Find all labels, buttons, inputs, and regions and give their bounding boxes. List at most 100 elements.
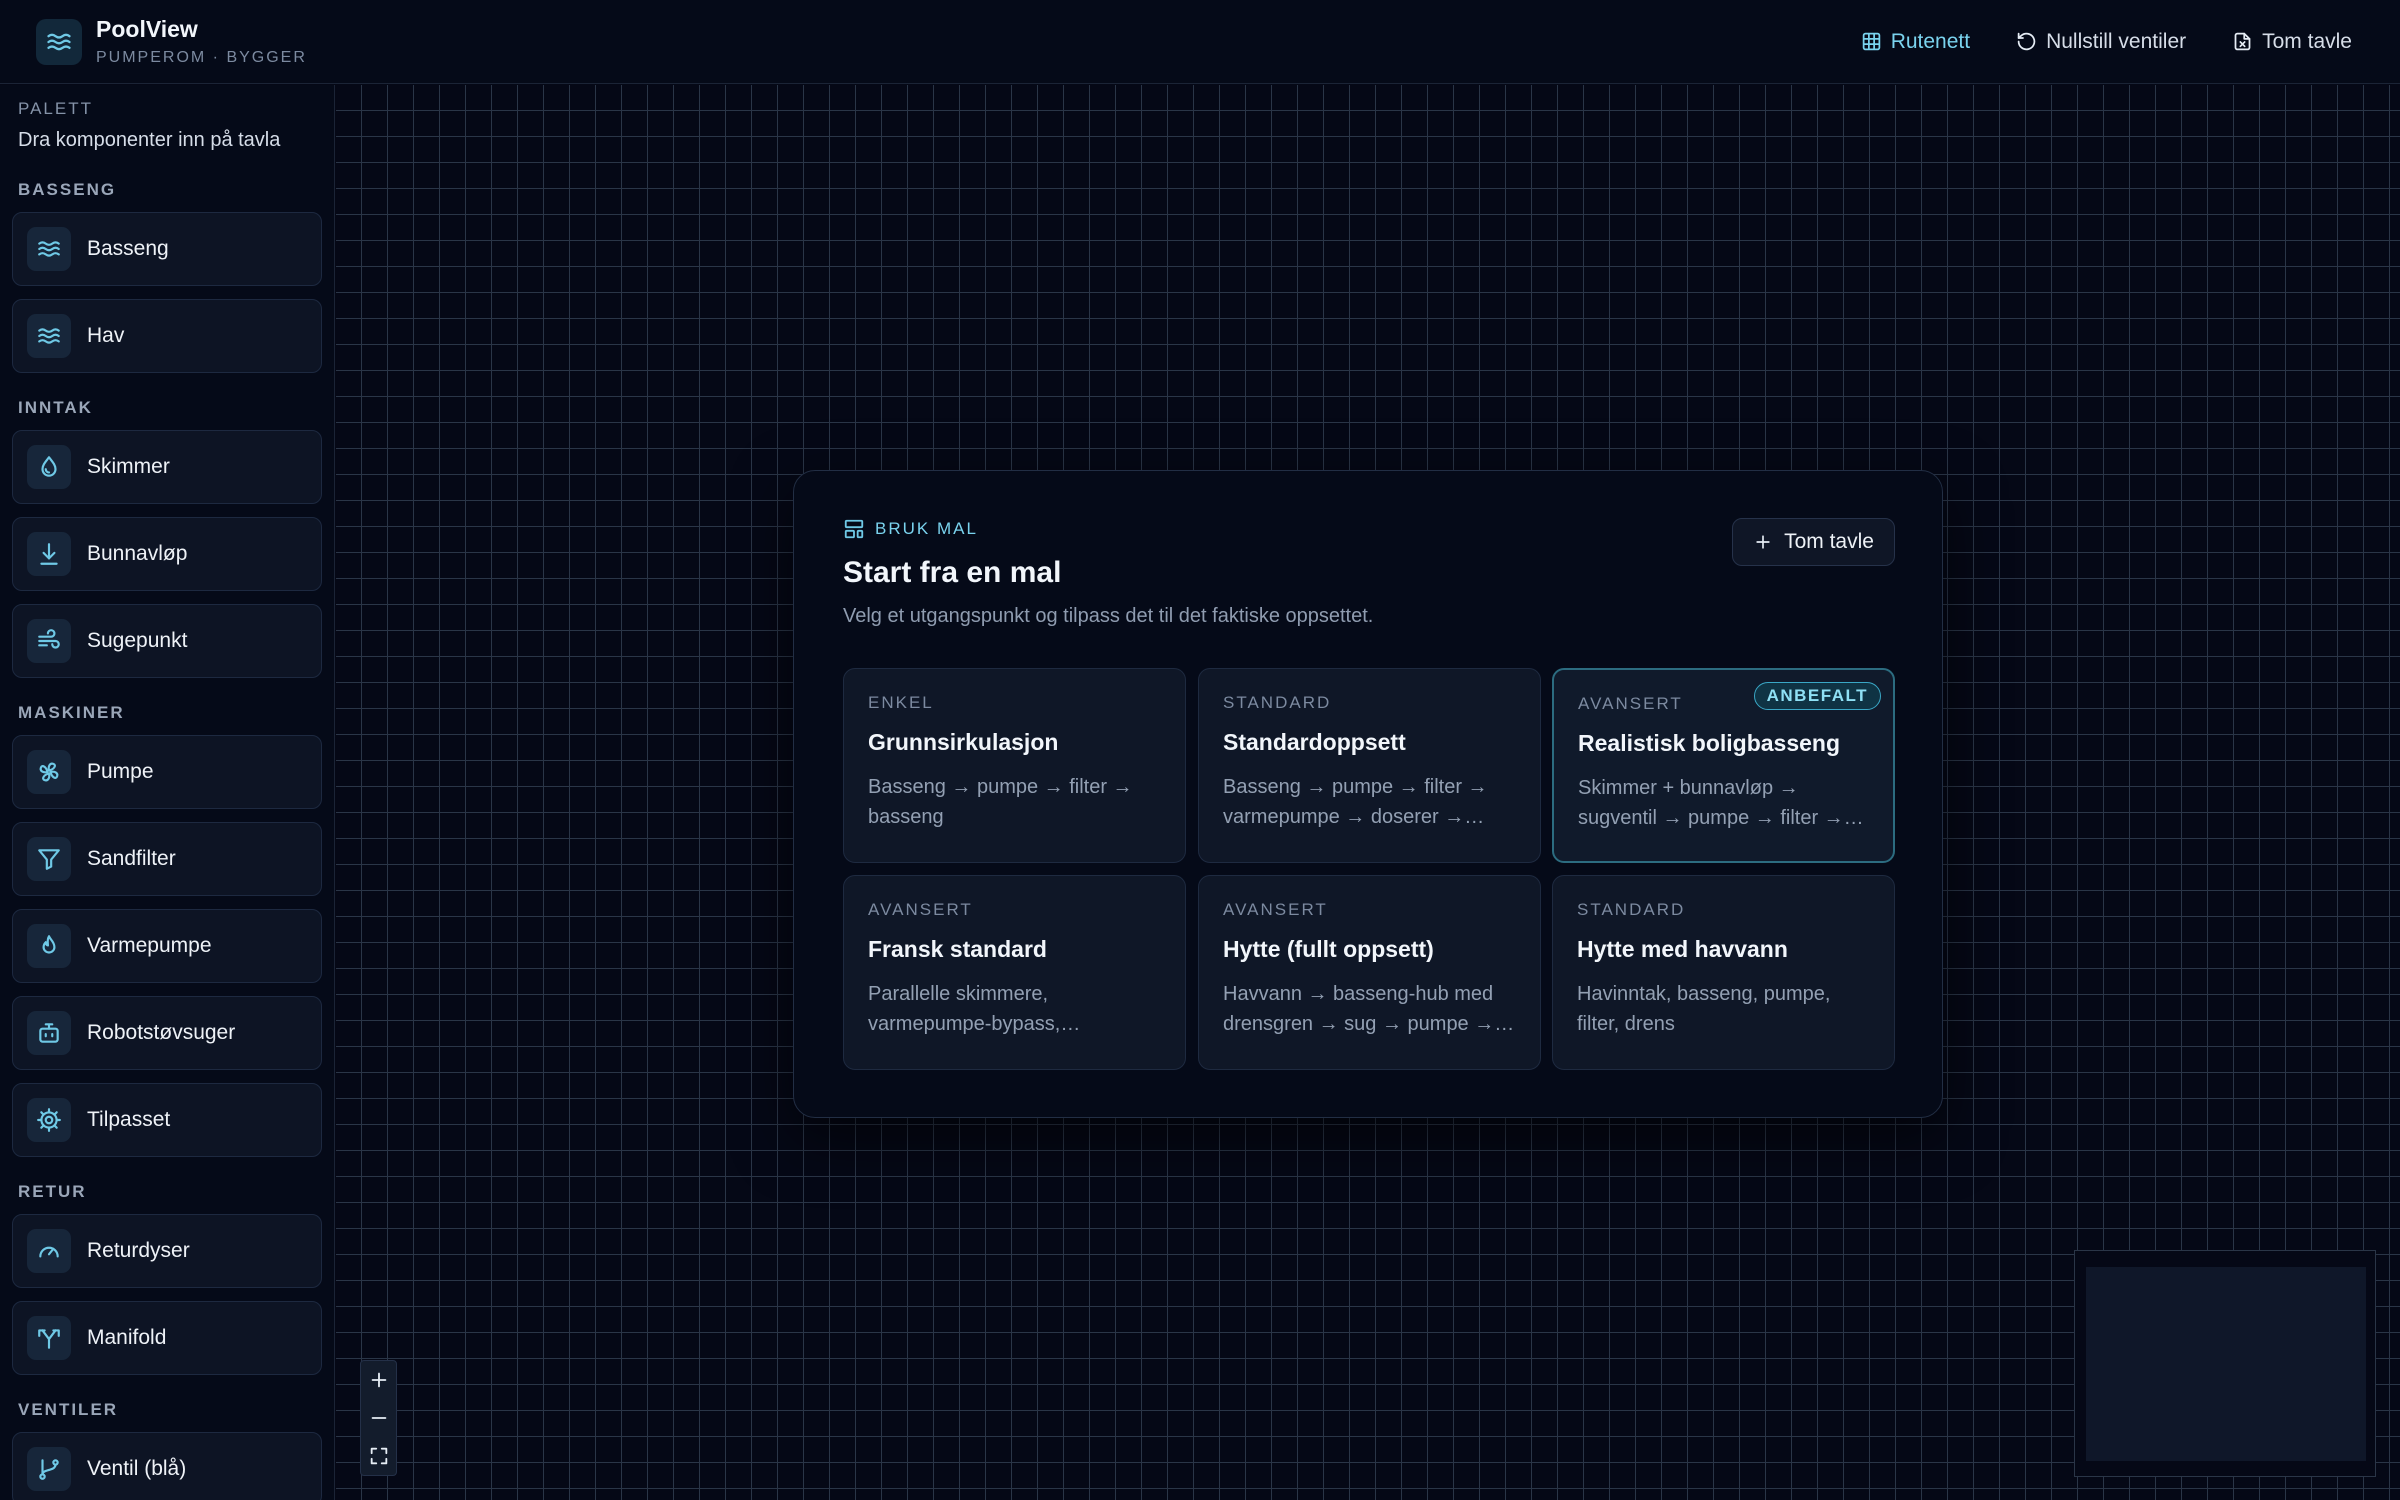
group-label-basseng: BASSENG [18,180,117,199]
arrow-down-to-line-icon [27,532,71,576]
palette-item-varmepumpe[interactable]: Varmepumpe [12,909,322,983]
palette-item-tilpasset[interactable]: Tilpasset [12,1083,322,1157]
palette-item-label: Robotstøvsuger [87,1021,236,1044]
plus-icon [1756,535,1770,549]
dialog-title: Start fra en mal [843,556,1062,589]
cog-icon [27,1098,71,1142]
dialog-subtitle: Velg et utgangspunkt og tilpass det til … [843,605,1374,627]
minimap[interactable] [2074,1250,2376,1477]
palette-item-label: Sugepunkt [87,629,188,652]
template-tier: ENKEL [868,693,934,712]
template-description: Havvann → basseng-hub med drensgren → su… [1223,983,1495,1035]
rotate-ccw-icon [2017,32,2036,51]
droplet-icon [27,445,71,489]
palette-item-label: Sandfilter [87,847,176,870]
app-name: PoolView [96,16,198,42]
template-name: Grunnsirkulasjon [868,729,1059,755]
fit-view-button[interactable] [361,1437,396,1475]
palette-item-label: Returdyser [87,1239,190,1262]
gauge-icon [27,1229,71,1273]
palette-item-label: Varmepumpe [87,934,212,957]
palette-item-label: Skimmer [87,455,170,478]
empty-board-button[interactable]: Tom tavle [1732,518,1895,566]
template-card-grunnsirkulasjon[interactable]: ENKEL Grunnsirkulasjon Basseng → pumpe →… [843,668,1186,863]
template-tier: AVANSERT [868,900,973,919]
template-name: Fransk standard [868,936,1047,962]
template-card-hytte-med-havvann[interactable]: STANDARD Hytte med havvann Havinntak, ba… [1552,875,1895,1070]
template-name: Standardoppsett [1223,729,1406,755]
grid-icon [1862,32,1880,51]
palette-item-ventil-bla[interactable]: Ventil (blå) [12,1432,322,1500]
git-branch-icon [27,1447,71,1491]
component-palette: PALETT Dra komponenter inn på tavla BASS… [0,85,335,1500]
empty-board-label: Tom tavle [1784,530,1874,553]
clear-board-label: Tom tavle [2262,29,2352,53]
dialog-eyebrow: BRUK MAL [843,518,978,540]
group-label-maskiner: MASKINER [18,703,125,722]
palette-item-manifold[interactable]: Manifold [12,1301,322,1375]
top-bar: PoolView PUMPEROM · BYGGER Rutenett Null… [0,0,2400,84]
palette-item-skimmer[interactable]: Skimmer [12,430,322,504]
palette-title: PALETT [18,99,93,118]
group-label-inntak: INNTAK [18,398,93,417]
template-tier: STANDARD [1577,900,1686,919]
file-x-icon [2234,32,2251,51]
layout-template-icon [844,519,864,539]
filter-icon [27,837,71,881]
palette-item-bunnavlop[interactable]: Bunnavløp [12,517,322,591]
minimap-viewport[interactable] [2086,1267,2366,1461]
grid-toggle-button[interactable]: Rutenett [1861,30,1970,54]
reset-valves-label: Nullstill ventiler [2046,29,2187,53]
palette-item-label: Hav [87,324,125,347]
template-description: Havinntak, basseng, pumpe, filter, drens [1577,983,1831,1035]
template-card-realistisk-boligbasseng[interactable]: ANBEFALT AVANSERT Realistisk boligbassen… [1552,668,1895,863]
template-description: Parallelle skimmere, varmepumpe-bypass, … [868,983,1061,1035]
recommended-badge: ANBEFALT [1753,682,1881,710]
template-card-hytte-fullt-oppsett[interactable]: AVANSERT Hytte (fullt oppsett) Havvann →… [1198,875,1541,1070]
palette-item-sandfilter[interactable]: Sandfilter [12,822,322,896]
brand: PoolView PUMPEROM · BYGGER [36,16,307,67]
template-tier: AVANSERT [1223,900,1328,919]
template-tier: STANDARD [1223,693,1332,712]
grid-toggle-label: Rutenett [1890,29,1971,53]
palette-item-label: Tilpasset [87,1108,171,1131]
split-icon [27,1316,71,1360]
waves-icon [36,18,82,65]
minus-icon [371,1417,386,1419]
template-name: Hytte (fullt oppsett) [1223,936,1434,962]
palette-item-label: Basseng [87,237,169,260]
group-label-ventiler: VENTILER [18,1400,119,1419]
clear-board-button[interactable]: Tom tavle [2232,30,2352,54]
waves-icon [27,314,71,358]
group-label-retur: RETUR [18,1182,87,1201]
waves-icon [27,227,71,271]
flame-icon [27,924,71,968]
palette-item-hav[interactable]: Hav [12,299,322,373]
palette-item-label: Ventil (blå) [87,1457,187,1480]
zoom-in-button[interactable] [361,1361,396,1399]
app-subtitle: PUMPEROM · BYGGER [96,49,307,66]
wind-icon [27,619,71,663]
bot-icon [27,1011,71,1055]
template-description: Basseng → pumpe → filter → varmepumpe → … [1223,776,1488,828]
template-card-standardoppsett[interactable]: STANDARD Standardoppsett Basseng → pumpe… [1198,668,1541,863]
template-name: Realistisk boligbasseng [1578,730,1841,756]
palette-subtitle: Dra komponenter inn på tavla [18,129,281,151]
zoom-out-button[interactable] [361,1399,396,1437]
dialog-eyebrow-label: BRUK MAL [875,519,978,538]
palette-item-sugepunkt[interactable]: Sugepunkt [12,604,322,678]
reset-valves-button[interactable]: Nullstill ventiler [2016,30,2186,54]
palette-item-basseng[interactable]: Basseng [12,212,322,286]
palette-item-returdyser[interactable]: Returdyser [12,1214,322,1288]
palette-item-robotstovsuger[interactable]: Robotstøvsuger [12,996,322,1070]
zoom-controls [360,1360,397,1476]
fullscreen-icon [370,1447,387,1465]
palette-item-label: Bunnavløp [87,542,188,565]
palette-item-label: Pumpe [87,760,154,783]
plus-icon [371,1372,386,1388]
template-card-fransk-standard[interactable]: AVANSERT Fransk standard Parallelle skim… [843,875,1186,1070]
palette-item-pumpe[interactable]: Pumpe [12,735,322,809]
template-dialog: BRUK MAL Start fra en mal Velg et utgang… [793,470,1943,1118]
fan-icon [27,750,71,794]
template-description: Skimmer + bunnavløp → sugventil → pumpe … [1578,777,1844,829]
